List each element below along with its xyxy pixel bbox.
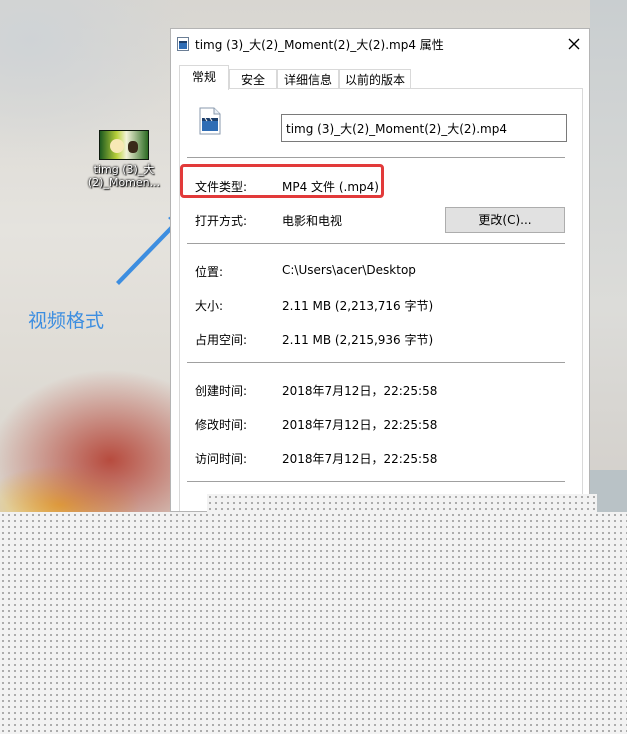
location-label: 位置:	[195, 265, 224, 279]
redacted-area-top	[207, 494, 597, 512]
accessed-value: 2018年7月12日，22:25:58	[282, 452, 438, 466]
file-type-highlight-box	[180, 164, 384, 198]
opens-with-value: 电影和电视	[282, 214, 343, 228]
created-label: 创建时间:	[195, 384, 248, 398]
created-value: 2018年7月12日，22:25:58	[282, 384, 438, 398]
divider	[187, 243, 565, 244]
tab-previous-versions[interactable]: 以前的版本	[339, 69, 411, 90]
change-button-label: 更改(C)...	[478, 213, 532, 227]
properties-dialog: timg (3)_大(2)_Moment(2)_大(2).mp4 属性 常规 安…	[170, 28, 590, 512]
size-on-disk-value: 2.11 MB (2,215,936 字节)	[282, 333, 434, 347]
modified-value: 2018年7月12日，22:25:58	[282, 418, 438, 432]
close-button[interactable]	[557, 29, 589, 59]
size-on-disk-label: 占用空间:	[195, 333, 248, 347]
size-value: 2.11 MB (2,213,716 字节)	[282, 299, 434, 313]
tab-strip: 常规 安全 详细信息 以前的版本	[179, 65, 583, 90]
divider	[187, 362, 565, 363]
accessed-label: 访问时间:	[195, 452, 248, 466]
file-name-input[interactable]	[281, 114, 567, 142]
close-icon	[568, 38, 580, 50]
divider	[187, 157, 565, 158]
location-value: C:\Users\acer\Desktop	[282, 263, 416, 277]
tab-details[interactable]: 详细信息	[277, 69, 339, 90]
tab-general[interactable]: 常规	[179, 65, 229, 90]
size-label: 大小:	[195, 299, 224, 313]
redacted-area	[0, 512, 627, 734]
tab-security[interactable]: 安全	[229, 69, 277, 90]
video-file-icon	[199, 107, 221, 135]
annotation-label: 视频格式	[28, 310, 105, 332]
dialog-titlebar[interactable]: timg (3)_大(2)_Moment(2)_大(2).mp4 属性	[171, 29, 589, 59]
divider	[187, 481, 565, 482]
change-button[interactable]: 更改(C)...	[445, 207, 565, 233]
file-small-icon	[177, 37, 189, 51]
modified-label: 修改时间:	[195, 418, 248, 432]
opens-with-label: 打开方式:	[195, 214, 248, 228]
dialog-title: timg (3)_大(2)_Moment(2)_大(2).mp4 属性	[195, 38, 444, 52]
